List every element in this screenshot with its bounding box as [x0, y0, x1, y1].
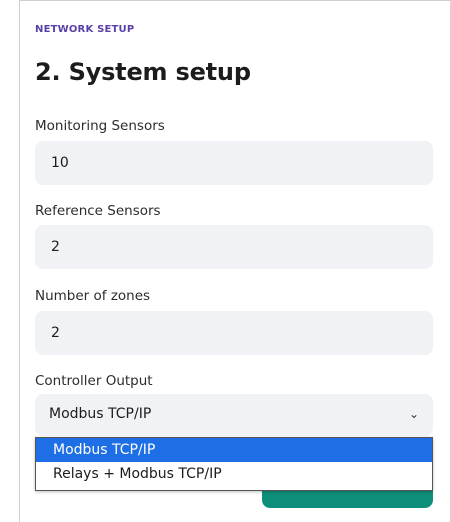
dropdown-option-modbus[interactable]: Modbus TCP/IP	[36, 438, 432, 462]
section-eyebrow: NETWORK SETUP	[35, 24, 135, 35]
dropdown-option-relays-modbus[interactable]: Relays + Modbus TCP/IP	[36, 462, 432, 486]
controller-output-label: Controller Output	[35, 373, 153, 389]
number-of-zones-input[interactable]: 2	[35, 311, 433, 355]
page-title: 2. System setup	[35, 58, 251, 86]
reference-sensors-label: Reference Sensors	[35, 203, 161, 219]
controller-output-select[interactable]: Modbus TCP/IP ⌄	[35, 394, 433, 436]
controller-output-selected-value: Modbus TCP/IP	[49, 406, 152, 422]
number-of-zones-label: Number of zones	[35, 288, 151, 304]
monitoring-sensors-label: Monitoring Sensors	[35, 118, 165, 134]
chevron-down-icon: ⌄	[408, 407, 419, 421]
reference-sensors-input[interactable]: 2	[35, 225, 433, 269]
controller-output-dropdown: Modbus TCP/IP Relays + Modbus TCP/IP	[35, 437, 433, 491]
monitoring-sensors-input[interactable]: 10	[35, 141, 433, 185]
